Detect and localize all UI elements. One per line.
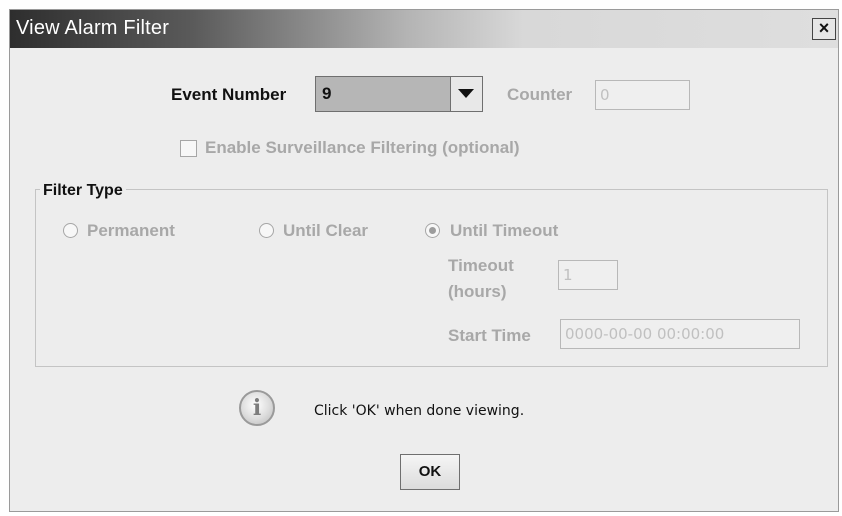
radio-permanent-label: Permanent [87,221,175,240]
close-button[interactable]: × [812,18,836,40]
event-number-label: Event Number [171,85,287,104]
title-bar[interactable]: View Alarm Filter × [10,10,838,48]
radio-until-timeout-label: Until Timeout [450,221,559,240]
timeout-hours-field[interactable]: 1 [558,260,618,290]
timeout-label-line2: (hours) [448,282,507,301]
timeout-label-line1: Timeout [448,256,514,275]
info-message: Click 'OK' when done viewing. [314,403,525,419]
radio-until-clear-label: Until Clear [283,221,369,240]
surveillance-filtering-label: Enable Surveillance Filtering (optional) [205,138,520,157]
start-time-label: Start Time [448,326,531,345]
chevron-down-icon [458,89,474,98]
ok-button[interactable]: OK [400,454,460,490]
start-time-field[interactable]: 0000-00-00 00:00:00 [560,319,800,349]
info-icon: i [239,390,275,426]
radio-permanent[interactable] [63,223,78,238]
filter-type-title: Filter Type [40,182,126,200]
event-number-value: 9 [322,84,332,103]
dropdown-arrow-button[interactable] [450,77,482,111]
window-title: View Alarm Filter [16,17,170,39]
radio-until-timeout[interactable] [425,223,440,238]
view-alarm-filter-dialog: View Alarm Filter × Event Number 9 Count… [9,9,839,512]
radio-until-clear[interactable] [259,223,274,238]
counter-label: Counter [507,85,573,104]
surveillance-filtering-checkbox[interactable] [180,140,197,157]
counter-field[interactable]: 0 [595,80,690,110]
close-icon: × [818,18,830,38]
event-number-dropdown[interactable]: 9 [315,76,483,112]
